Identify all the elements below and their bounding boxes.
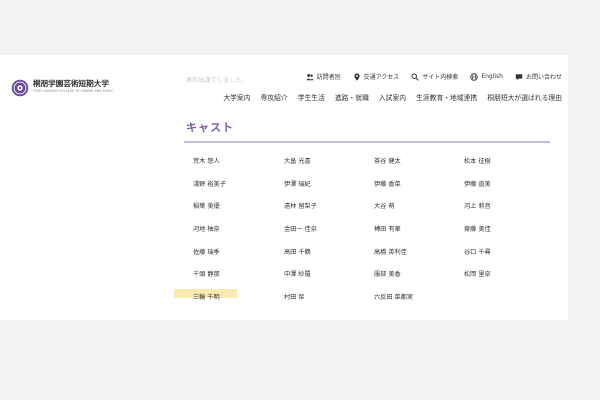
logo-name: 桐朋学園芸術短期大学	[33, 79, 109, 88]
college-logo[interactable]: 桐朋学園芸術短期大学 TOHO GAKUEN COLLEGE OF DRAMA …	[11, 79, 114, 97]
emblem-icon	[11, 79, 29, 97]
utility-search-label: サイト内検索	[422, 74, 459, 81]
cast-member: 村田 栞	[284, 294, 305, 302]
cast-member: 齋藤 美佳	[464, 226, 491, 234]
cast-member: 谷口 千尋	[464, 248, 491, 256]
nav-item-about[interactable]: 大学案内	[223, 92, 250, 102]
cast-member: 大畠 光喜	[284, 158, 311, 165]
cast-member: 稲葉 美優	[193, 203, 220, 211]
cast-member: 中澤 紗羅	[284, 271, 311, 279]
utility-access-link[interactable]: 交通アクセス	[353, 72, 400, 81]
utility-search-link[interactable]: サイト内検索	[411, 72, 458, 81]
cast-member: 三輪 千明	[193, 294, 220, 302]
mail-icon	[515, 73, 523, 80]
nav-item-lifelong-learning[interactable]: 生涯教育・地域連携	[416, 92, 477, 102]
section-divider	[184, 141, 550, 143]
nav-item-admissions[interactable]: 入試案内	[379, 92, 406, 102]
utility-nav: 訪問者別 交通アクセス サイト内検索 English お問い合わせ	[294, 72, 562, 81]
cast-member: 淺野 裕美子	[193, 180, 226, 188]
nav-item-why-toho[interactable]: 桐朋短大が選ばれる理由	[487, 92, 562, 102]
cast-member: 伊藤 直美	[464, 180, 491, 188]
cast-member: 荒木 悠人	[193, 158, 220, 165]
search-icon	[411, 72, 420, 81]
cast-member: 服部 美香	[374, 271, 401, 279]
cast-member: 伊藤 香菜	[374, 180, 401, 188]
utility-english-link[interactable]: English	[470, 72, 503, 81]
utility-access-label: 交通アクセス	[363, 74, 400, 81]
visitors-icon	[305, 73, 314, 80]
utility-english-label: English	[481, 73, 503, 80]
location-pin-icon	[354, 72, 360, 81]
cast-member: 茶谷 健太	[374, 158, 401, 165]
utility-visitors-label: 訪問者別	[316, 74, 341, 81]
cast-member: 金田一 佳奈	[284, 226, 317, 234]
utility-contact-label: お問い合わせ	[525, 74, 562, 81]
cast-member: 高田 千鶴	[284, 248, 311, 256]
cast-member: 河上 莉音	[464, 203, 491, 211]
nav-item-careers[interactable]: 進路・就職	[335, 92, 369, 102]
cast-member: 松岡 里奈	[464, 271, 491, 279]
globe-icon	[470, 72, 479, 81]
cast-list: 荒木 悠人 大畠 光喜 茶谷 健太 松本 征樹 淺野 裕美子 伊澤 瑞妃 伊藤 …	[193, 158, 553, 317]
cast-member: 六反田 菜都実	[374, 294, 414, 302]
nav-item-student-life[interactable]: 学生生活	[298, 92, 325, 102]
section-title: キャスト	[186, 121, 234, 134]
faded-text: 承的出演てしました。	[186, 77, 248, 84]
cast-member: 遠林 留梨子	[284, 203, 317, 211]
cast-member: 千頭 静那	[193, 271, 220, 279]
cast-member: 松本 征樹	[464, 158, 491, 165]
cast-member: 大谷 萌	[374, 203, 395, 211]
utility-contact-link[interactable]: お問い合わせ	[515, 72, 562, 81]
nav-item-majors[interactable]: 専攻紹介	[261, 92, 288, 102]
cast-member: 河地 柚奈	[193, 226, 220, 234]
utility-visitors-link[interactable]: 訪問者別	[305, 72, 341, 81]
cast-member: 佐藤 瑞季	[193, 248, 220, 256]
cast-member: 高橋 英利佳	[374, 248, 407, 256]
logo-subtitle: TOHO GAKUEN COLLEGE OF DRAMA AND MUSIC	[33, 89, 114, 93]
cast-member-empty	[464, 294, 553, 317]
cast-member: 榑田 有華	[374, 226, 401, 234]
cast-member: 伊澤 瑞妃	[284, 180, 311, 188]
main-nav: 大学案内 専攻紹介 学生生活 進路・就職 入試案内 生涯教育・地域連携 桐朋短大…	[213, 92, 562, 102]
page: 桐朋学園芸術短期大学 TOHO GAKUEN COLLEGE OF DRAMA …	[0, 55, 568, 320]
